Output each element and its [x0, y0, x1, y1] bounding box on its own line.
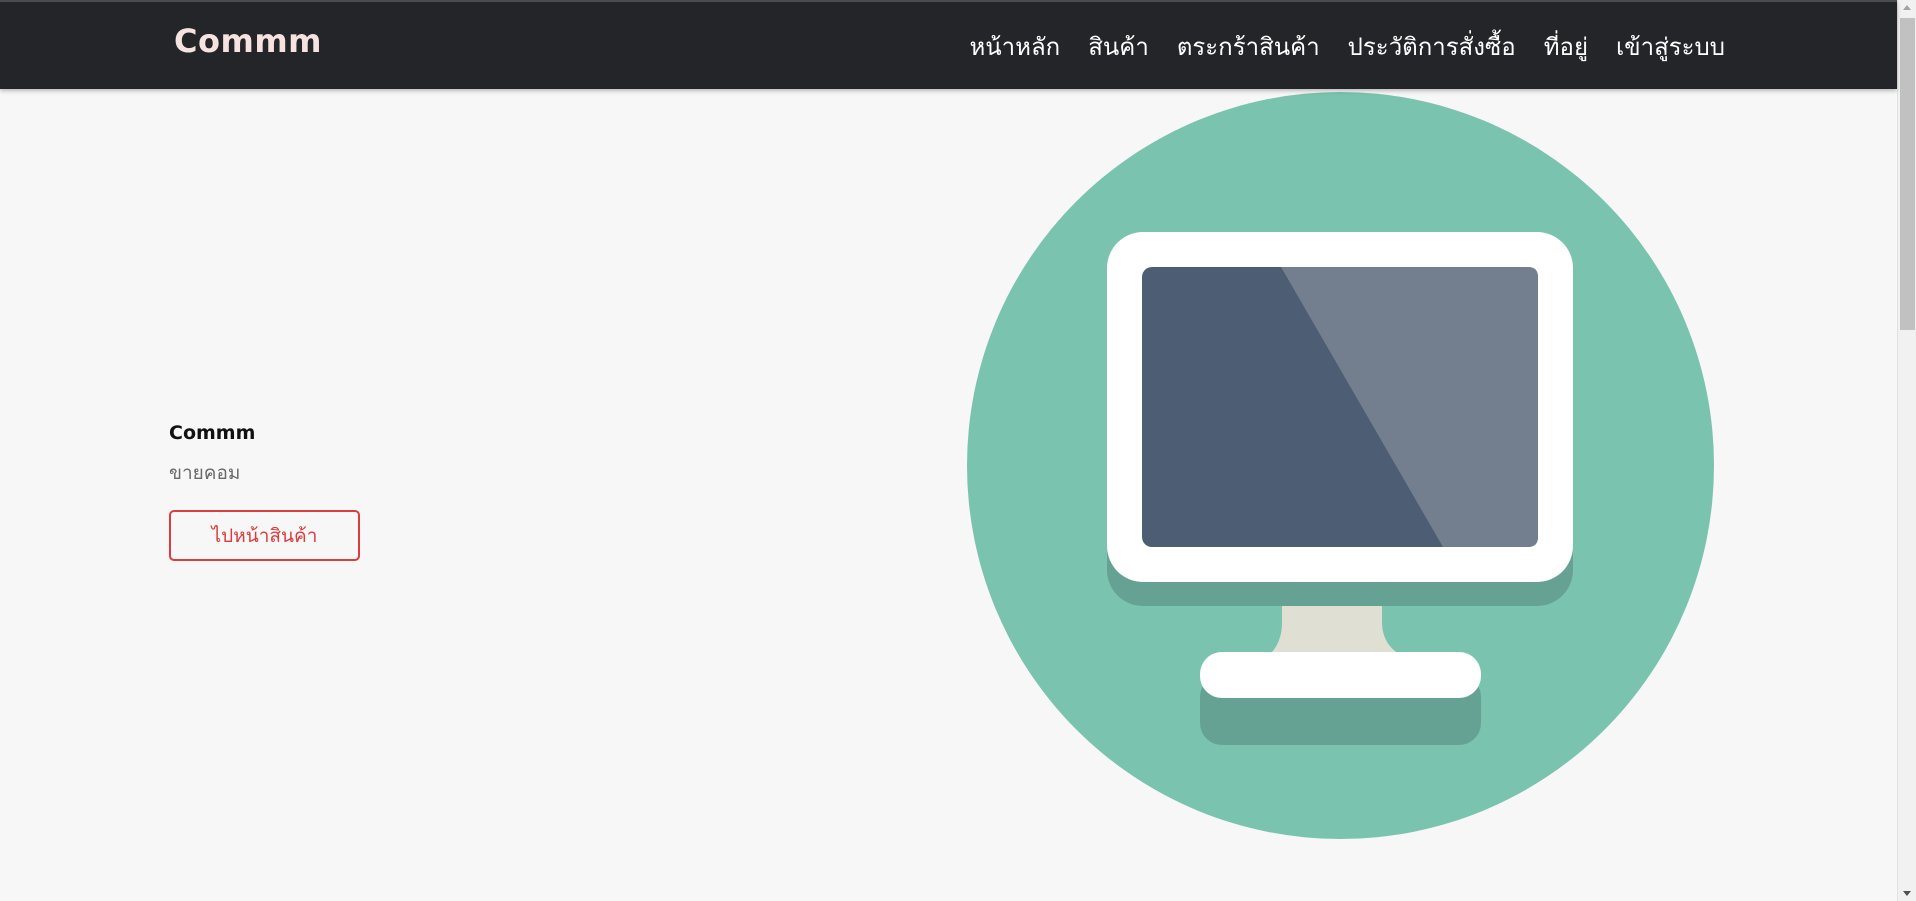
scroll-thumb[interactable]	[1900, 18, 1915, 330]
scroll-up-arrow-icon[interactable]	[1903, 5, 1911, 10]
monitor-base	[1200, 652, 1481, 698]
nav-links: หน้าหลัก สินค้า ตระกร้าสินค้า ประวัติการ…	[955, 2, 1725, 91]
hero-subtitle: ขายคอม	[169, 462, 241, 484]
vertical-scrollbar[interactable]	[1897, 0, 1916, 901]
computer-monitor-icon	[967, 92, 1714, 839]
brand-logo[interactable]: Commm	[174, 22, 322, 60]
hero-section: Commm ขายคอม ไปหน้าสินค้า	[169, 422, 360, 561]
scroll-down-arrow-icon[interactable]	[1903, 891, 1911, 896]
nav-link-order-history[interactable]: ประวัติการสั่งซื้อ	[1334, 27, 1530, 66]
hero-title: Commm	[169, 422, 256, 444]
nav-link-products[interactable]: สินค้า	[1074, 27, 1163, 66]
navbar: Commm หน้าหลัก สินค้า ตระกร้าสินค้า ประว…	[0, 0, 1897, 89]
nav-link-address[interactable]: ที่อยู่	[1530, 27, 1602, 66]
nav-link-cart[interactable]: ตระกร้าสินค้า	[1163, 27, 1334, 66]
go-to-products-button[interactable]: ไปหน้าสินค้า	[169, 510, 360, 561]
nav-link-home[interactable]: หน้าหลัก	[955, 27, 1074, 66]
nav-link-login[interactable]: เข้าสู่ระบบ	[1602, 27, 1725, 66]
